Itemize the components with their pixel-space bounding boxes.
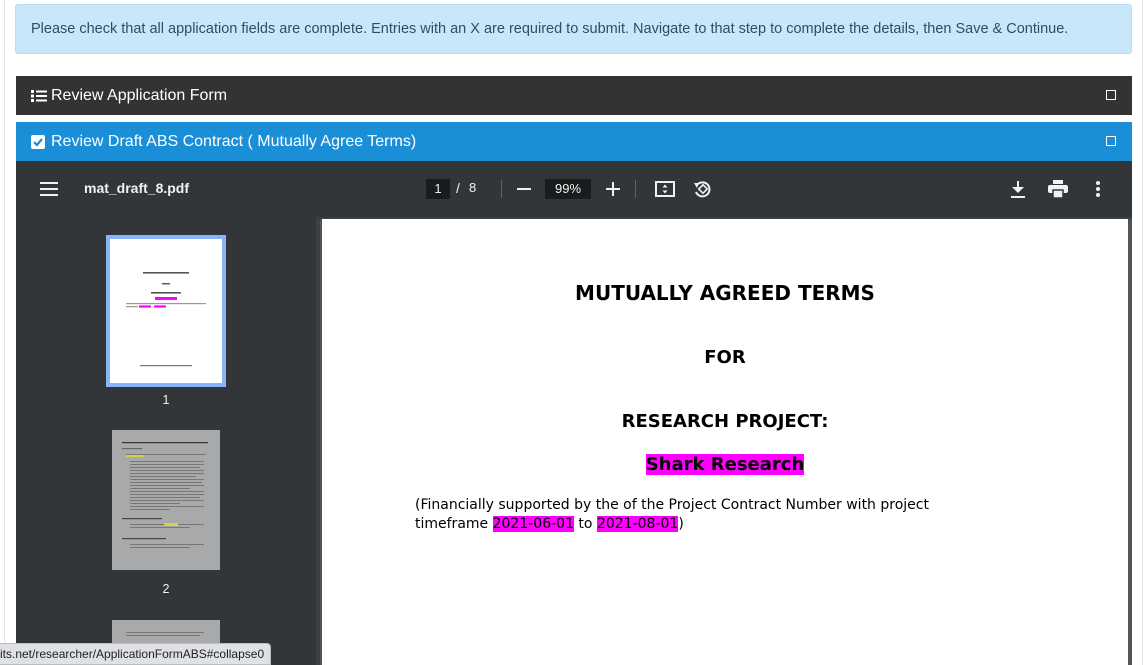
document-project-label: RESEARCH PROJECT:	[621, 411, 829, 432]
panel-title: Review Application Form	[51, 86, 228, 104]
pdf-page: MUTUALLY AGREED TERMS FOR RESEARCH PROJE…	[322, 219, 1128, 665]
menu-icon[interactable]	[40, 180, 58, 198]
toolbar-divider	[501, 180, 502, 198]
panel-review-draft-abs-contract[interactable]: Review Draft ABS Contract ( Mutually Agr…	[16, 122, 1132, 161]
document-for-label: FOR	[704, 347, 746, 368]
pdf-toolbar: mat_draft_8.pdf 1 / 8 99%	[16, 161, 1132, 217]
start-date: 2021-06-01	[492, 516, 574, 532]
thumbnail-page-2[interactable]	[112, 430, 220, 570]
zoom-input[interactable]: 99%	[545, 179, 591, 199]
rotate-icon[interactable]	[692, 179, 712, 199]
thumbnail-number: 2	[162, 582, 170, 596]
info-alert: Please check that all application fields…	[15, 4, 1132, 54]
page-border-left	[4, 0, 5, 665]
zoom-in-icon[interactable]	[605, 181, 621, 197]
page-total: 8	[469, 180, 477, 195]
collapse-toggle-icon[interactable]	[1106, 90, 1116, 100]
more-vert-icon[interactable]	[1092, 180, 1104, 198]
end-date: 2021-08-01	[596, 516, 679, 532]
zoom-out-icon[interactable]	[516, 181, 532, 197]
thumbnail-page-1[interactable]	[106, 235, 226, 387]
status-bar-url: its.net/researcher/ApplicationFormABS#co…	[0, 643, 272, 665]
download-icon[interactable]	[1009, 180, 1027, 198]
alert-message: Please check that all application fields…	[31, 21, 1069, 37]
paragraph-to: to	[573, 516, 597, 532]
panel-title: Review Draft ABS Contract ( Mutually Agr…	[51, 132, 417, 150]
collapse-toggle-icon[interactable]	[1106, 136, 1116, 146]
pdf-file-name: mat_draft_8.pdf	[84, 180, 190, 196]
fit-page-icon[interactable]	[655, 180, 675, 198]
page-separator: /	[456, 180, 460, 196]
page-border-right	[1142, 0, 1143, 665]
thumbnail-number: 1	[162, 393, 170, 407]
list-icon	[31, 88, 47, 104]
document-paragraph: (Financially supported by the of the Pro…	[415, 496, 995, 534]
document-title: MUTUALLY AGREED TERMS	[575, 281, 875, 305]
thumbnail-sidebar: 1 2	[16, 217, 316, 665]
panel-review-application-form[interactable]: Review Application Form	[16, 76, 1132, 115]
thumbnail-scrollbar[interactable]	[316, 217, 320, 665]
document-project-name-wrap: Shark Research	[322, 454, 1128, 475]
print-icon[interactable]	[1047, 180, 1069, 198]
checkbox-checked-icon	[31, 134, 47, 150]
page-number-input[interactable]: 1	[426, 179, 450, 199]
paragraph-end: )	[678, 516, 684, 532]
toolbar-divider	[635, 180, 636, 198]
pdf-viewer: mat_draft_8.pdf 1 / 8 99% 1 2 MUTUALLY A…	[16, 161, 1132, 665]
project-name: Shark Research	[645, 454, 805, 475]
